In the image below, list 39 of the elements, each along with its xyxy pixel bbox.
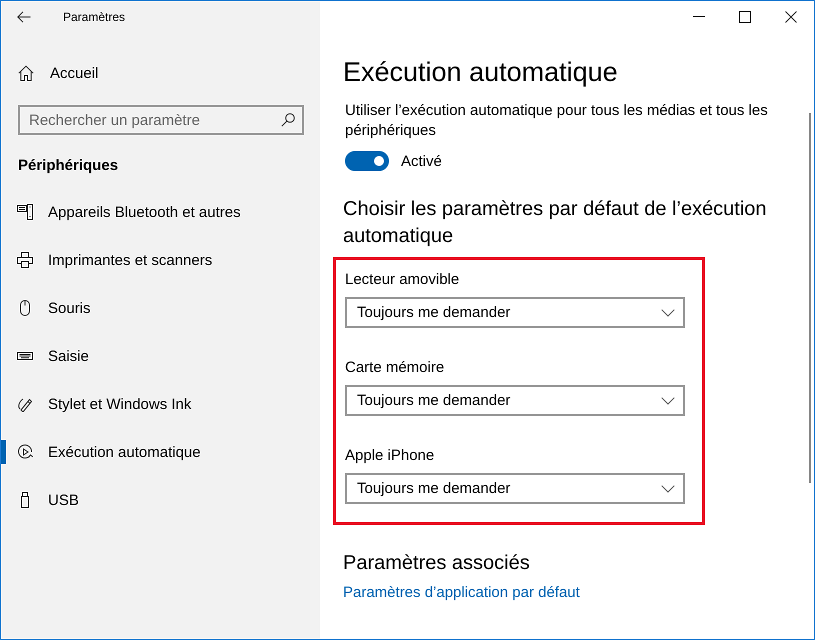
keyboard-phone-icon (17, 204, 33, 220)
toggle-state-label: Activé (401, 152, 442, 170)
close-icon (785, 10, 797, 22)
mouse-icon (17, 300, 33, 316)
description-text: Utiliser l’exécution automatique pour tous les médias et tous les périphériques (345, 101, 769, 141)
printer-icon (17, 252, 33, 268)
search-field[interactable]: Rechercher un paramètre (18, 105, 304, 135)
pen-icon (17, 396, 33, 412)
section-heading: Choisir les paramètres par défaut de l’exécution automatique (343, 197, 768, 249)
toggle-switch[interactable] (345, 151, 389, 171)
chevron-down-icon (661, 484, 675, 492)
minimize-icon (693, 16, 705, 17)
section-heading: Périphériques (18, 156, 118, 176)
dropdown[interactable]: Toujours me demander (345, 297, 685, 328)
window-title: Paramètres (63, 8, 126, 24)
dropdown[interactable]: Toujours me demander (345, 385, 685, 416)
nav-item[interactable]: Appareils Bluetooth et autres (1, 188, 320, 236)
back-arrow-icon (17, 10, 31, 22)
setting-label: Carte mémoire (345, 358, 444, 378)
setting-label: Lecteur amovible (345, 270, 460, 290)
nav-item[interactable]: Souris (1, 284, 320, 332)
dropdown[interactable]: Toujours me demander (345, 473, 685, 504)
nav-item[interactable]: Imprimantes et scanners (1, 236, 320, 284)
search-icon (281, 113, 295, 127)
scrollbar[interactable] (809, 113, 811, 483)
chevron-down-icon (661, 396, 675, 404)
nav-item[interactable]: Exécution automatique (1, 428, 320, 476)
home-icon (18, 65, 34, 81)
related-link[interactable]: Paramètres d’application par défaut (343, 584, 580, 601)
setting-label: Apple iPhone (345, 446, 434, 466)
maximize-icon (739, 10, 751, 22)
section-heading: Paramètres associés (343, 551, 530, 576)
home-link[interactable]: Accueil (1, 49, 320, 97)
chevron-down-icon (661, 308, 675, 316)
play-circle-icon (17, 444, 33, 460)
nav-item[interactable]: Saisie (1, 332, 320, 380)
page-title: Exécution automatique (343, 56, 618, 89)
nav-item[interactable]: USB (1, 476, 320, 524)
nav-item[interactable]: Stylet et Windows Ink (1, 380, 320, 428)
